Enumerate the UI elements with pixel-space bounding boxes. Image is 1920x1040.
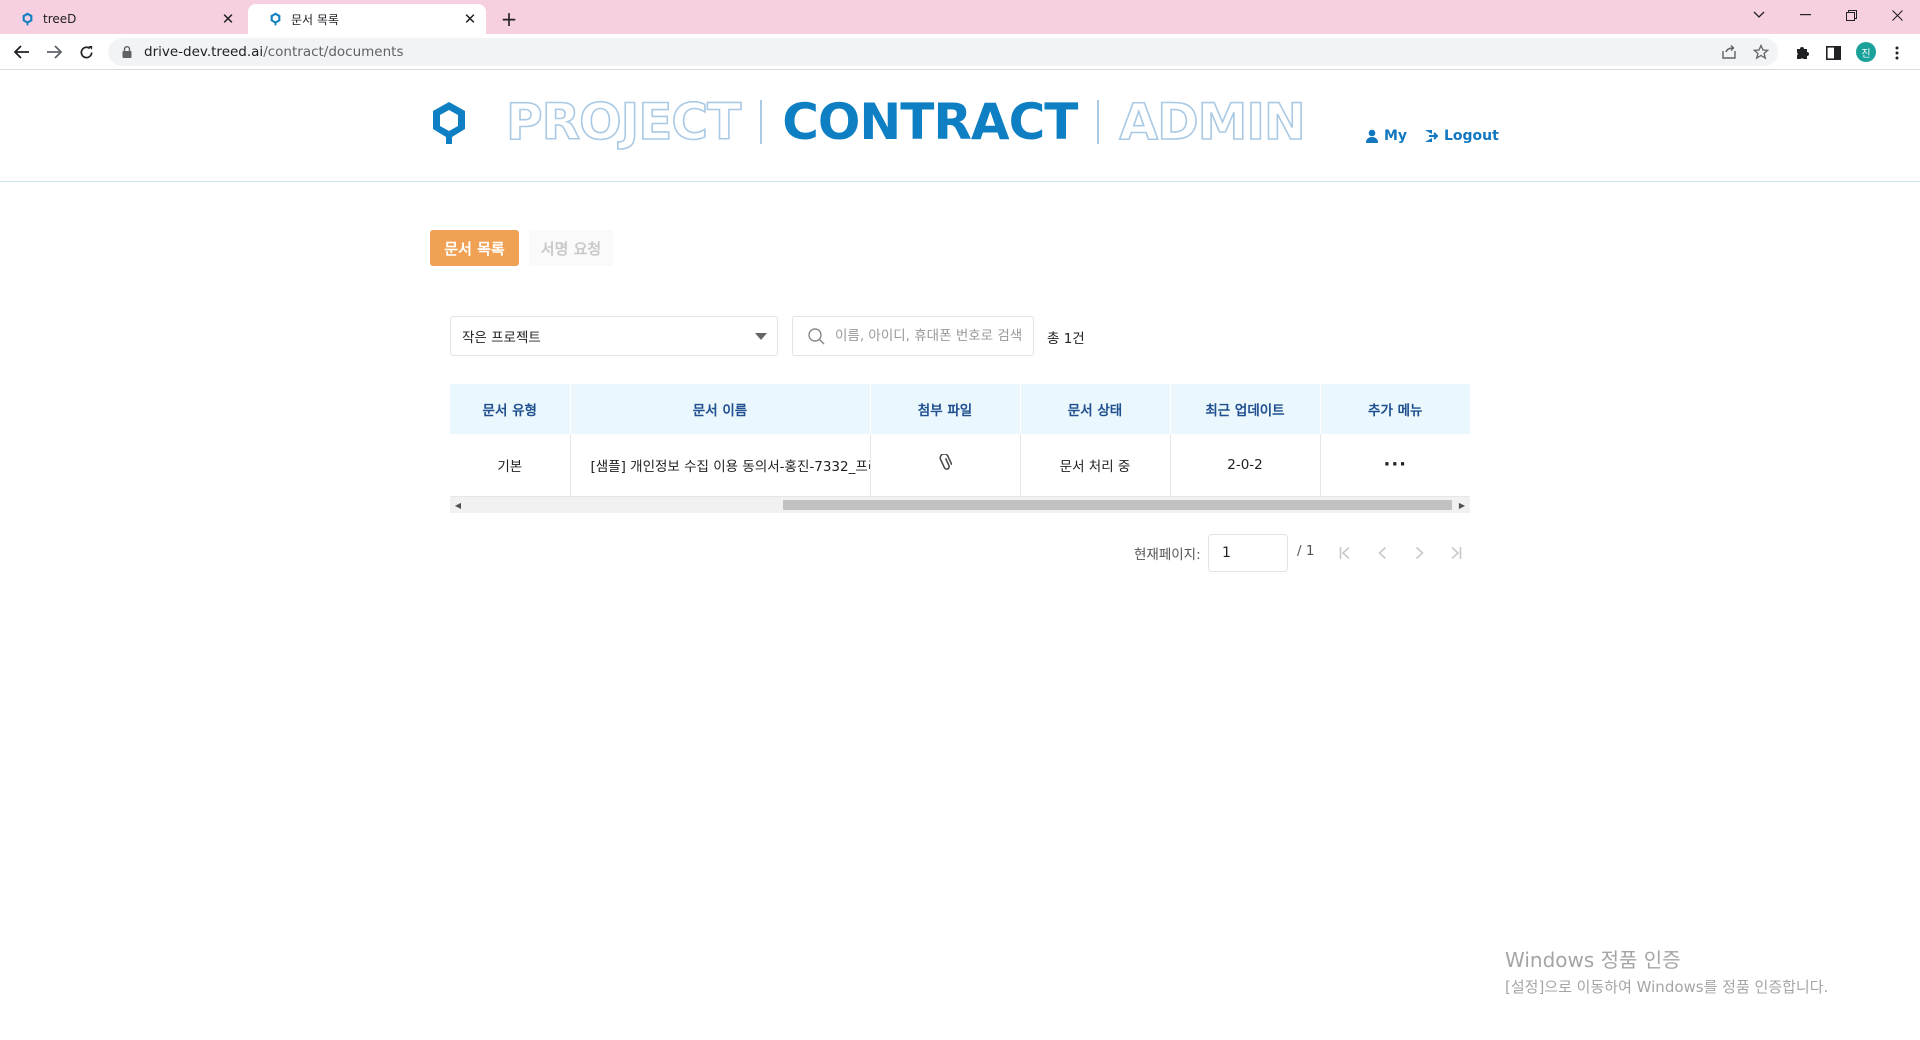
brand-divider	[760, 100, 763, 144]
scrollbar-thumb[interactable]	[783, 500, 1452, 510]
back-arrow-icon[interactable]	[8, 38, 36, 66]
browser-toolbar: drive-dev.treed.ai/contract/documents 진	[0, 34, 1920, 70]
search-box[interactable]	[792, 316, 1034, 356]
treed-favicon-icon	[20, 12, 34, 26]
logout-link[interactable]: Logout	[1424, 128, 1499, 144]
brand-project[interactable]: PROJECT	[505, 92, 742, 152]
table-header-row: 문서 유형 문서 이름 첨부 파일 문서 상태 최근 업데이트 추가 메뉴	[450, 384, 1470, 434]
brand-title: PROJECT CONTRACT ADMIN	[505, 92, 1307, 152]
search-input[interactable]	[835, 328, 1025, 344]
browser-tab-treed[interactable]: treeD ✕	[0, 4, 244, 34]
tab-sign-request[interactable]: 서명 요청	[529, 230, 613, 266]
search-icon	[808, 327, 825, 345]
column-header-type[interactable]: 문서 유형	[450, 384, 571, 434]
lock-icon	[122, 46, 134, 58]
browser-tab-title: 문서 목록	[291, 12, 339, 27]
more-options-button[interactable]: ···	[1383, 454, 1407, 475]
windows-activation-watermark: Windows 정품 인증 [설정]으로 이동하여 Windows를 정품 인증…	[1505, 944, 1828, 997]
close-icon[interactable]: ✕	[458, 7, 482, 31]
share-icon[interactable]	[1718, 41, 1740, 63]
close-window-icon[interactable]	[1874, 0, 1920, 30]
browser-tab-title: treeD	[43, 12, 77, 26]
side-panel-icon[interactable]	[1822, 42, 1844, 64]
project-select[interactable]: 작은 프로젝트	[450, 316, 778, 356]
caret-down-icon	[755, 333, 767, 340]
paperclip-icon[interactable]	[938, 453, 952, 472]
total-pages: / 1	[1297, 543, 1315, 559]
user-icon	[1365, 129, 1379, 143]
tab-documents[interactable]: 문서 목록	[430, 230, 519, 266]
cell-updated: 2-0-2	[1170, 434, 1321, 497]
column-header-updated[interactable]: 최근 업데이트	[1170, 384, 1321, 434]
table-row[interactable]: 기본 [샘플] 개인정보 수집 이용 동의서-홍진-7332_프리 문서 처리 …	[450, 434, 1470, 497]
close-icon[interactable]: ✕	[216, 7, 240, 31]
profile-avatar[interactable]: 진	[1856, 42, 1876, 62]
first-page-icon[interactable]	[1332, 540, 1358, 566]
current-page-input[interactable]	[1208, 534, 1288, 572]
project-select-value: 작은 프로젝트	[462, 330, 541, 346]
logout-label: Logout	[1444, 128, 1499, 144]
tab-search-chevron-icon[interactable]	[1736, 0, 1782, 30]
restore-icon[interactable]	[1828, 0, 1874, 30]
cell-status: 문서 처리 중	[1020, 434, 1171, 497]
scroll-right-icon[interactable]: ▶	[1454, 497, 1470, 513]
brand-divider	[1097, 100, 1100, 144]
my-link[interactable]: My	[1365, 128, 1407, 144]
bookmark-star-icon[interactable]	[1750, 41, 1772, 63]
column-header-menu[interactable]: 추가 메뉴	[1320, 384, 1470, 434]
cell-type: 기본	[450, 434, 571, 497]
cell-attachment	[870, 434, 1021, 497]
previous-page-icon[interactable]	[1369, 540, 1395, 566]
total-count: 총 1건	[1047, 331, 1085, 347]
url-host: drive-dev.treed.ai	[144, 44, 264, 60]
treed-logo-icon[interactable]	[430, 100, 468, 146]
my-label: My	[1384, 128, 1408, 144]
browser-tab-documents[interactable]: 문서 목록 ✕	[248, 4, 486, 34]
brand-contract[interactable]: CONTRACT	[782, 93, 1078, 151]
address-bar[interactable]: drive-dev.treed.ai/contract/documents	[108, 38, 1778, 66]
horizontal-scrollbar[interactable]: ◀ ▶	[450, 497, 1470, 513]
minimize-icon[interactable]	[1782, 0, 1828, 30]
last-page-icon[interactable]	[1443, 540, 1469, 566]
treed-favicon-icon	[268, 12, 282, 26]
site-header: PROJECT CONTRACT ADMIN My Logout	[0, 70, 1920, 182]
kebab-menu-icon[interactable]	[1886, 42, 1908, 64]
cell-menu: ···	[1320, 434, 1470, 497]
current-page-label: 현재페이지:	[1134, 547, 1201, 563]
cell-document-name[interactable]: [샘플] 개인정보 수집 이용 동의서-홍진-7332_프리	[570, 434, 871, 497]
browser-tabstrip: treeD ✕ 문서 목록 ✕ +	[0, 0, 1920, 34]
logout-icon	[1424, 129, 1439, 143]
extensions-puzzle-icon[interactable]	[1791, 42, 1813, 64]
documents-table: 문서 유형 문서 이름 첨부 파일 문서 상태 최근 업데이트 추가 메뉴 기본…	[450, 384, 1470, 514]
scroll-left-icon[interactable]: ◀	[450, 497, 466, 513]
watermark-title: Windows 정품 인증	[1505, 948, 1681, 972]
column-header-attachment[interactable]: 첨부 파일	[870, 384, 1021, 434]
new-tab-button[interactable]: +	[496, 6, 522, 32]
column-header-name[interactable]: 문서 이름	[570, 384, 871, 434]
reload-icon[interactable]	[72, 38, 100, 66]
forward-arrow-icon[interactable]	[40, 38, 68, 66]
watermark-subtitle: [설정]으로 이동하여 Windows를 정품 인증합니다.	[1505, 978, 1829, 996]
next-page-icon[interactable]	[1406, 540, 1432, 566]
brand-admin[interactable]: ADMIN	[1119, 92, 1307, 152]
url-path: /contract/documents	[263, 44, 404, 60]
column-header-status[interactable]: 문서 상태	[1020, 384, 1171, 434]
url-text: drive-dev.treed.ai/contract/documents	[144, 44, 404, 60]
